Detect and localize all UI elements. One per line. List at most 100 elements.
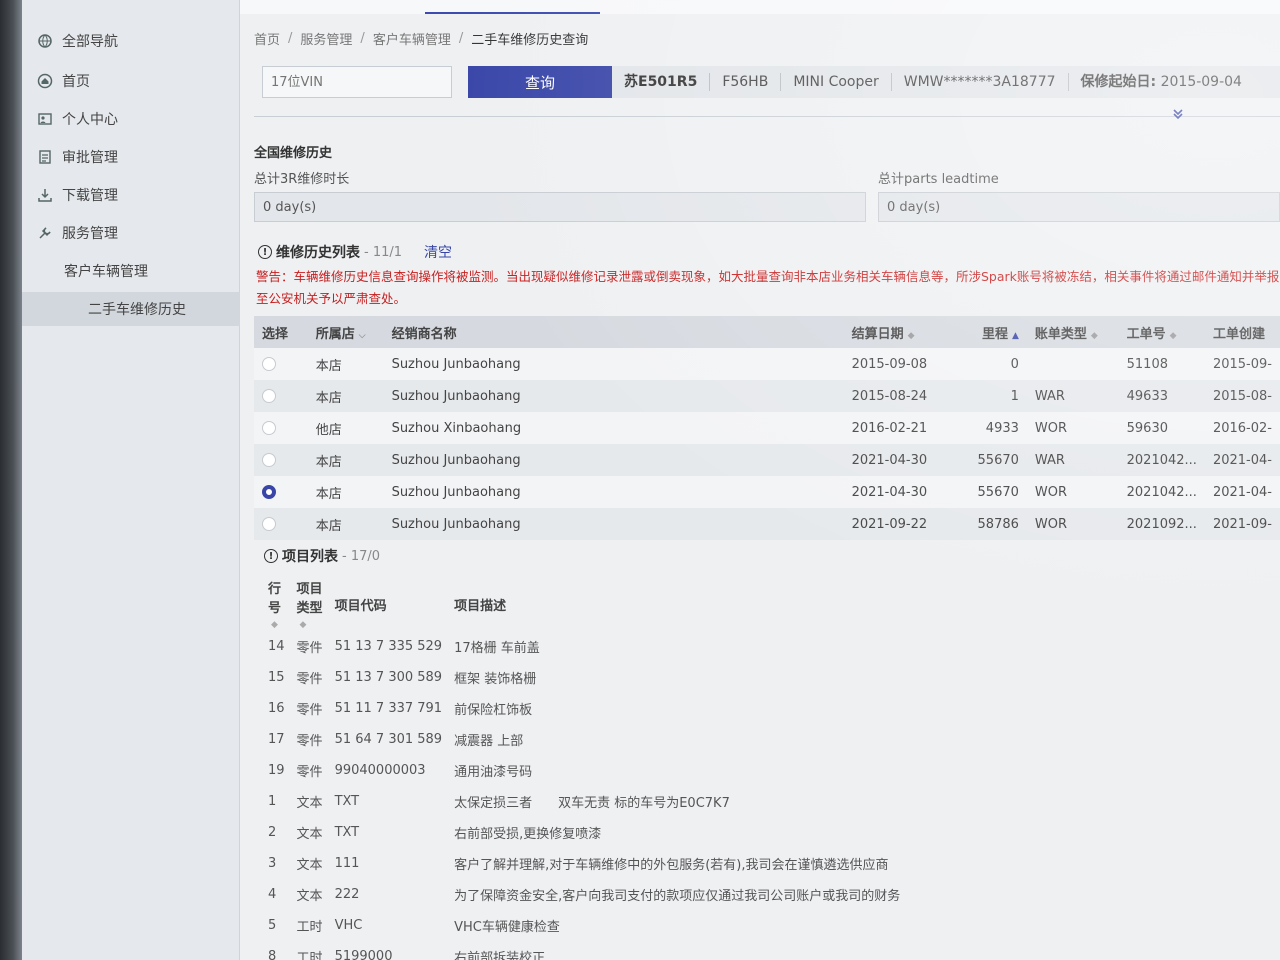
cell-desc: 客户了解并理解,对于车辆维修中的外包服务(若有),我司会在谨慎遴选供应商 — [454, 858, 889, 873]
sort-icon[interactable]: ◆ — [908, 331, 915, 341]
row-select[interactable] — [254, 444, 308, 476]
cell-type: 零件 — [296, 734, 323, 749]
table-row: 8 工时 5199000 右前部拆装校正 — [262, 941, 906, 960]
cell-type — [1027, 348, 1119, 380]
sidebar-item-label: 服务管理 — [62, 226, 118, 242]
table-row[interactable]: 本店 Suzhou Junbaohang 2015-09-08 0 51108 … — [254, 348, 1280, 380]
cell-no: 4 — [268, 887, 277, 902]
row-select[interactable] — [254, 412, 308, 444]
col-order-created: 工单创建 — [1212, 326, 1265, 342]
table-row[interactable]: 本店 Suzhou Junbaohang 2021-04-30 55670 WA… — [254, 444, 1280, 476]
sidebar-item-home[interactable]: 首页 — [22, 64, 240, 98]
cell-created: 2016-02- — [1212, 420, 1272, 436]
sidebar-item-used-car-history[interactable]: 二手车维修历史 — [22, 292, 240, 326]
cell-no: 3 — [268, 856, 277, 871]
sidebar-item-download[interactable]: 下载管理 — [22, 178, 240, 212]
cell-code: 5199000 — [334, 949, 393, 960]
sort-icon[interactable]: ◆ — [1170, 331, 1177, 341]
cell-shop: 他店 — [315, 422, 342, 438]
table-row[interactable]: 本店 Suzhou Junbaohang 2021-09-22 58786 WO… — [254, 508, 1280, 540]
query-button[interactable]: 查询 — [468, 66, 612, 98]
col-item-type-label: 项目类型 — [296, 582, 323, 616]
vehicle-model: MINI Cooper — [781, 73, 892, 91]
radio-button[interactable] — [262, 453, 276, 467]
sort-icon[interactable]: ◆ — [300, 620, 307, 630]
cell-type: 文本 — [296, 827, 323, 842]
info-icon: ! — [264, 549, 278, 563]
sort-asc-icon[interactable]: ▲ — [1012, 331, 1019, 341]
radio-button-selected[interactable] — [262, 485, 276, 499]
row-select[interactable] — [254, 380, 308, 412]
row-select[interactable] — [254, 476, 308, 508]
col-line-no[interactable]: 行号 ◆ — [262, 578, 291, 631]
table-row: 3 文本 111 客户了解并理解,对于车辆维修中的外包服务(若有),我司会在谨慎遴选供… — [262, 848, 906, 879]
sidebar-item-service[interactable]: 服务管理 — [22, 216, 240, 250]
col-bill-type-label: 账单类型 — [1034, 326, 1087, 342]
cell-order: 2021042... — [1126, 484, 1197, 500]
radio-button[interactable] — [262, 357, 276, 371]
cell-no: 19 — [268, 763, 285, 778]
col-shop[interactable]: 所属店 ⌵ — [308, 316, 384, 348]
cell-type: 零件 — [296, 703, 323, 718]
sort-icon[interactable]: ◆ — [271, 620, 278, 630]
breadcrumb-current: 二手车维修历史查询 — [471, 32, 589, 48]
warranty-date: 2015-09-04 — [1160, 74, 1242, 90]
cell-no: 1 — [268, 794, 277, 809]
items-list-count: - 17/0 — [342, 548, 381, 564]
breadcrumb-customer-vehicle[interactable]: 客户车辆管理 — [373, 29, 451, 48]
col-date[interactable]: 结算日期 ◆ — [844, 316, 956, 348]
sidebar-item-approval[interactable]: 审批管理 — [22, 140, 240, 174]
row-select[interactable] — [254, 348, 308, 380]
sidebar-item-label: 客户车辆管理 — [64, 264, 148, 280]
radio-button[interactable] — [262, 421, 276, 435]
breadcrumb-home[interactable]: 首页 — [254, 29, 280, 48]
items-list-header: ! 项目列表 - 17/0 — [264, 546, 380, 566]
cell-code: 111 — [334, 856, 360, 871]
cell-created: 2015-09- — [1212, 356, 1272, 372]
cell-date: 2015-08-24 — [851, 388, 928, 404]
sidebar-item-profile[interactable]: 个人中心 — [22, 102, 240, 136]
vehicle-model-code: F56HB — [710, 73, 782, 91]
table-row[interactable]: 本店 Suzhou Junbaohang 2015-08-24 1 WAR 49… — [254, 380, 1280, 412]
table-row-selected[interactable]: 本店 Suzhou Junbaohang 2021-04-30 55670 WO… — [254, 476, 1280, 508]
sidebar-item-customer-vehicle[interactable]: 客户车辆管理 — [22, 254, 240, 288]
table-row[interactable]: 他店 Suzhou Xinbaohang 2016-02-21 4933 WOR… — [254, 412, 1280, 444]
table-header-row: 选择 所属店 ⌵ 经销商名称 结算日期 ◆ 里程 ▲ 账单类型 ◆ 工单号 ◆ 工单创建 — [254, 316, 1280, 348]
divider — [254, 116, 1280, 117]
cell-type: 工时 — [296, 951, 323, 960]
cell-no: 16 — [268, 701, 285, 716]
items-list-title: 项目列表 — [282, 549, 338, 565]
radio-button[interactable] — [262, 389, 276, 403]
chevron-double-down-icon[interactable] — [1172, 108, 1184, 124]
cell-type: 文本 — [296, 858, 323, 873]
cell-code: VHC — [334, 918, 363, 933]
vehicle-vin: WMW*******3A18777 — [892, 73, 1069, 91]
cell-dealer: Suzhou Junbaohang — [391, 356, 521, 372]
clear-button[interactable]: 清空 — [424, 242, 452, 262]
sidebar-item-all-nav[interactable]: 全部导航 — [22, 24, 240, 58]
cell-code: 51 13 7 300 589 — [334, 670, 443, 685]
cell-desc: 右前部受损,更换修复喷漆 — [454, 827, 602, 842]
history-table: 选择 所属店 ⌵ 经销商名称 结算日期 ◆ 里程 ▲ 账单类型 ◆ 工单号 ◆ 工单创建 … — [254, 316, 1280, 540]
col-order-no[interactable]: 工单号 ◆ — [1119, 316, 1205, 348]
cell-type: WAR — [1034, 388, 1065, 404]
sidebar-item-label: 审批管理 — [62, 150, 118, 166]
col-mileage[interactable]: 里程 ▲ — [955, 316, 1027, 348]
cell-dealer: Suzhou Junbaohang — [391, 452, 521, 468]
col-bill-type[interactable]: 账单类型 ◆ — [1027, 316, 1119, 348]
cell-order: 49633 — [1126, 388, 1168, 404]
col-item-type[interactable]: 项目类型 ◆ — [291, 578, 329, 631]
user-icon — [36, 110, 54, 128]
sort-icon[interactable]: ◆ — [1091, 331, 1098, 341]
vin-input[interactable] — [262, 66, 452, 98]
cell-type: 文本 — [296, 889, 323, 904]
cell-dealer: Suzhou Junbaohang — [391, 484, 521, 500]
breadcrumb-service[interactable]: 服务管理 — [300, 29, 352, 48]
radio-button[interactable] — [262, 517, 276, 531]
service-icon — [36, 224, 54, 242]
row-select[interactable] — [254, 508, 308, 540]
breadcrumb-separator: / — [458, 30, 464, 46]
cell-desc: VHC车辆健康检查 — [454, 920, 560, 935]
chevron-down-icon[interactable]: ⌵ — [359, 331, 366, 341]
cell-shop: 本店 — [315, 486, 342, 502]
